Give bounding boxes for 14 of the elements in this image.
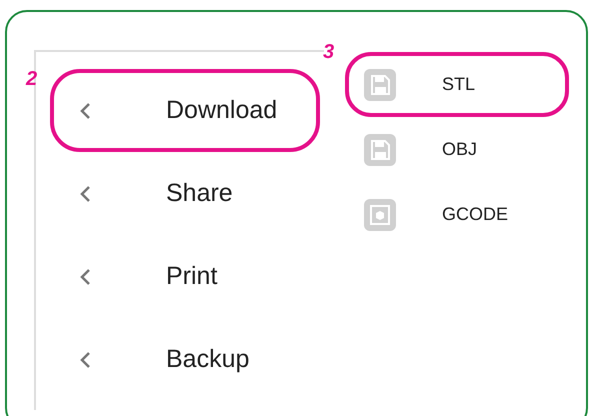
submenu-item[interactable]: STL [345,52,569,117]
chevron-left-icon [78,184,92,204]
callout-number: 3 [323,42,334,62]
printer-icon [364,198,396,230]
menu-item[interactable]: Print [50,235,320,318]
menu-item[interactable]: Download [50,69,320,152]
menu-item[interactable]: Share [50,152,320,235]
chevron-left-icon [78,100,92,120]
submenu-item[interactable]: OBJ [345,117,569,182]
submenu-item[interactable]: GCODE [345,182,569,247]
menu-item[interactable]: Backup [50,318,320,401]
callout-number: 2 [26,69,38,89]
chevron-left-icon [78,266,92,286]
chevron-left-icon [78,350,92,370]
